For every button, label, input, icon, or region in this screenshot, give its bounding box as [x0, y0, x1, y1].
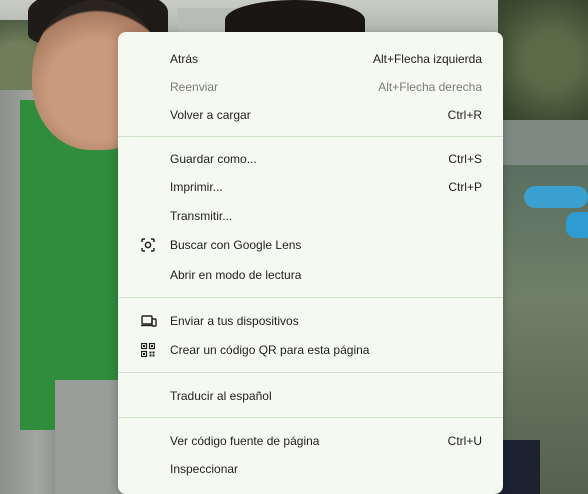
menu-item-reload[interactable]: Volver a cargar Ctrl+R: [118, 102, 503, 128]
menu-item-shortcut: Alt+Flecha derecha: [378, 80, 482, 94]
menu-item-print[interactable]: Imprimir... Ctrl+P: [118, 174, 503, 200]
menu-item-back[interactable]: Atrás Alt+Flecha izquierda: [118, 46, 503, 72]
menu-item-label: Enviar a tus dispositivos: [170, 314, 299, 328]
menu-item-label: Atrás: [170, 52, 199, 66]
menu-item-cast[interactable]: Transmitir...: [118, 203, 503, 229]
menu-item-shortcut: Ctrl+U: [447, 434, 482, 448]
menu-item-shortcut: Alt+Flecha izquierda: [372, 52, 482, 66]
menu-item-view-source[interactable]: Ver código fuente de página Ctrl+U: [118, 428, 503, 454]
menu-item-shortcut: Ctrl+R: [447, 108, 482, 122]
menu-item-translate[interactable]: Traducir al español: [118, 383, 503, 409]
menu-item-reading-mode[interactable]: Abrir en modo de lectura: [118, 262, 503, 288]
menu-item-label: Volver a cargar: [170, 108, 251, 122]
context-menu: Atrás Alt+Flecha izquierda Reenviar Alt+…: [118, 32, 503, 494]
menu-item-label: Reenviar: [170, 80, 219, 94]
menu-item-qr-code[interactable]: Crear un código QR para esta página: [118, 337, 503, 363]
menu-item-google-lens[interactable]: Buscar con Google Lens: [118, 232, 503, 258]
menu-item-label: Abrir en modo de lectura: [170, 268, 302, 282]
lens-icon: [141, 238, 155, 252]
menu-item-label: Guardar como...: [170, 152, 257, 166]
devices-icon: [141, 314, 157, 328]
menu-separator: [118, 417, 503, 418]
menu-item-shortcut: Ctrl+S: [448, 152, 482, 166]
menu-item-label: Crear un código QR para esta página: [170, 343, 370, 357]
menu-item-save-as[interactable]: Guardar como... Ctrl+S: [118, 146, 503, 172]
menu-item-label: Imprimir...: [170, 180, 223, 194]
menu-separator: [118, 297, 503, 298]
menu-item-inspect[interactable]: Inspeccionar: [118, 456, 503, 482]
menu-item-label: Buscar con Google Lens: [170, 238, 302, 252]
menu-separator: [118, 136, 503, 137]
menu-item-label: Inspeccionar: [170, 462, 239, 476]
menu-item-label: Transmitir...: [170, 209, 233, 223]
menu-item-forward[interactable]: Reenviar Alt+Flecha derecha: [118, 74, 503, 100]
menu-item-send-to-devices[interactable]: Enviar a tus dispositivos: [118, 308, 503, 334]
menu-item-label: Traducir al español: [170, 389, 272, 403]
menu-item-label: Ver código fuente de página: [170, 434, 320, 448]
menu-item-shortcut: Ctrl+P: [448, 180, 482, 194]
qr-code-icon: [140, 342, 156, 358]
menu-separator: [118, 372, 503, 373]
